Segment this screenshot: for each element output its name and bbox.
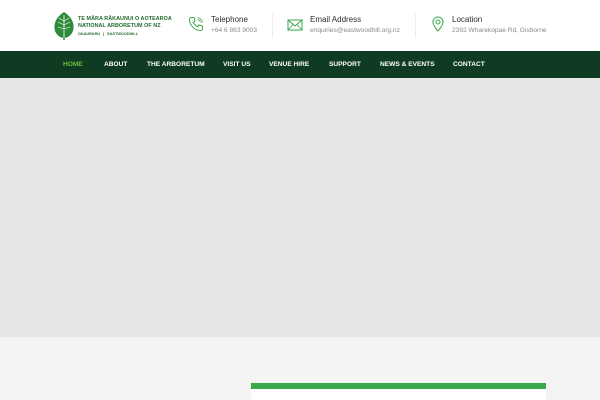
location-info: Location 2392 Wharekopae Rd, Gisborne [430,14,550,38]
site-header: TE MĀRA RĀKAUNUI O AOTEAROA NATIONAL ARB… [0,0,600,51]
map-pin-icon [432,16,444,32]
telephone-label: Telephone [211,15,248,24]
nav-item-news-events[interactable]: NEWS & EVENTS [380,51,435,78]
envelope-icon [287,19,303,31]
email-label: Email Address [310,15,362,24]
card-accent-bar [251,383,546,389]
nav-item-the-arboretum[interactable]: THE ARBORETUM [147,51,205,78]
location-label: Location [452,15,483,24]
nav-item-home[interactable]: HOME [63,51,83,78]
logo-text: TE MĀRA RĀKAUNUI O AOTEAROA NATIONAL ARB… [78,16,172,37]
hero-banner [0,78,600,337]
phone-icon [188,17,203,32]
logo-sub-okauraru: OKAURARU [78,32,101,36]
nav-item-venue-hire[interactable]: VENUE HIRE [269,51,309,78]
logo-line-sub: OKAURARU | EASTWOODHILL [78,32,139,36]
email-value[interactable]: enquiries@eastwoodhill.org.nz [310,27,400,34]
header-divider [272,14,273,38]
site-logo[interactable]: TE MĀRA RĀKAUNUI O AOTEAROA NATIONAL ARB… [53,11,193,41]
location-value: 2392 Wharekopae Rd, Gisborne [452,27,547,34]
nav-item-contact[interactable]: CONTACT [453,51,485,78]
nav-item-support[interactable]: SUPPORT [329,51,361,78]
email-info: Email Address enquiries@eastwoodhill.org… [287,14,417,38]
logo-sub-eastwoodhill: EASTWOODHILL [107,32,139,36]
telephone-info: Telephone +64 6 863 9003 [188,14,278,38]
header-divider [415,14,416,38]
logo-line-english: NATIONAL ARBORETUM OF NZ [78,23,161,29]
main-navigation: HOME ABOUT THE ARBORETUM VISIT US VENUE … [0,51,600,78]
nav-item-visit-us[interactable]: VISIT US [223,51,250,78]
nav-item-about[interactable]: ABOUT [104,51,127,78]
logo-line-maori: TE MĀRA RĀKAUNUI O AOTEAROA [78,16,172,22]
leaf-icon [54,12,74,40]
telephone-value[interactable]: +64 6 863 9003 [211,27,257,34]
